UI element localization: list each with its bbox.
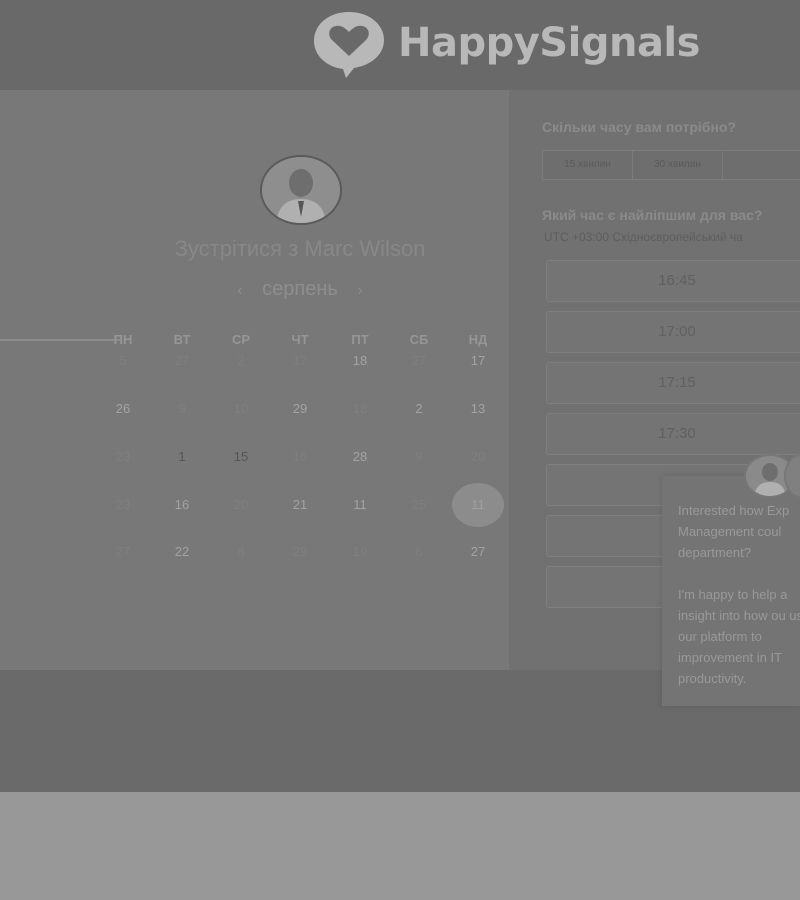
calendar-day[interactable]: 23 bbox=[103, 449, 143, 464]
timezone-label[interactable]: UTC +03:00 Східноєвропейський ча bbox=[544, 230, 743, 244]
time-slot[interactable]: 17:15 bbox=[546, 362, 800, 404]
calendar-day[interactable]: 17 bbox=[458, 353, 498, 368]
weekday-label: ЧТ bbox=[291, 332, 309, 347]
time-slot[interactable]: 16:45 bbox=[546, 260, 800, 302]
selected-day[interactable]: 11 bbox=[452, 483, 504, 527]
calendar-day[interactable]: 9 bbox=[399, 449, 439, 464]
calendar-day[interactable]: 18 bbox=[340, 401, 380, 416]
calendar-day[interactable]: 1 bbox=[162, 449, 202, 464]
calendar-day[interactable]: 15 bbox=[221, 449, 261, 464]
weekday-label: ПН bbox=[113, 332, 133, 347]
weekday-label: НД bbox=[468, 332, 488, 347]
calendar-day[interactable]: 28 bbox=[340, 449, 380, 464]
calendar-day[interactable]: 6 bbox=[399, 544, 439, 559]
duration-option-30[interactable]: 30 хвилин bbox=[633, 151, 723, 179]
weekday-label: СБ bbox=[409, 332, 429, 347]
duration-option-3[interactable] bbox=[723, 151, 800, 179]
calendar-day[interactable]: 29 bbox=[280, 544, 320, 559]
time-question: Який час є найліпшим для вас? bbox=[542, 207, 763, 223]
host-avatar bbox=[260, 155, 342, 225]
chat-paragraph: Interested how Exp Management coul depar… bbox=[678, 503, 790, 560]
calendar-day[interactable]: 9 bbox=[162, 401, 202, 416]
chat-popup[interactable]: Interested how Exp Management coul depar… bbox=[662, 476, 800, 706]
calendar-day[interactable]: 21 bbox=[280, 497, 320, 512]
duration-options: 15 хвилин 30 хвилин bbox=[542, 150, 800, 180]
calendar-day[interactable]: 2 bbox=[221, 353, 261, 368]
calendar-day[interactable]: 13 bbox=[458, 401, 498, 416]
duration-question: Скільки часу вам потрібно? bbox=[542, 119, 737, 135]
calendar-day[interactable]: 5 bbox=[103, 353, 143, 368]
calendar-day[interactable]: 27 bbox=[103, 544, 143, 559]
weekday-label: СР bbox=[231, 332, 251, 347]
header: HappySignals bbox=[0, 0, 800, 90]
calendar-day[interactable]: 8 bbox=[221, 544, 261, 559]
divider bbox=[0, 339, 120, 341]
calendar-day[interactable]: 10 bbox=[221, 401, 261, 416]
calendar-day[interactable]: 25 bbox=[399, 497, 439, 512]
calendar-day[interactable]: 19 bbox=[340, 544, 380, 559]
calendar-day[interactable]: 29 bbox=[280, 401, 320, 416]
calendar-day[interactable]: 11 bbox=[340, 497, 380, 512]
weekday-label: ПТ bbox=[351, 332, 369, 347]
heart-speech-bubble-icon bbox=[314, 12, 384, 78]
calendar-day[interactable]: 2 bbox=[399, 401, 439, 416]
calendar-day[interactable]: 22 bbox=[162, 544, 202, 559]
person-avatar-icon bbox=[262, 157, 340, 223]
calendar-day[interactable]: 16 bbox=[162, 497, 202, 512]
calendar-panel bbox=[0, 90, 509, 670]
time-slot[interactable]: 17:30 bbox=[546, 413, 800, 455]
weekday-label: ВТ bbox=[173, 332, 191, 347]
time-slot[interactable]: 17:00 bbox=[546, 311, 800, 353]
calendar-day[interactable]: 27 bbox=[458, 544, 498, 559]
brand-logo[interactable]: HappySignals bbox=[310, 8, 700, 78]
chevron-left-icon[interactable]: ‹ bbox=[237, 282, 242, 299]
brand-name: HappySignals bbox=[398, 20, 700, 66]
calendar-day[interactable]: 26 bbox=[103, 401, 143, 416]
chat-paragraph: I'm happy to help a insight into how ou … bbox=[678, 587, 800, 686]
calendar-day[interactable]: 27 bbox=[162, 353, 202, 368]
calendar-day[interactable]: 20 bbox=[458, 449, 498, 464]
calendar-day[interactable]: 20 bbox=[221, 497, 261, 512]
calendar-day[interactable]: 18 bbox=[340, 353, 380, 368]
calendar-day[interactable]: 27 bbox=[399, 353, 439, 368]
month-label: серпень bbox=[262, 278, 338, 300]
calendar-day[interactable]: 23 bbox=[103, 497, 143, 512]
calendar-day[interactable]: 17 bbox=[280, 353, 320, 368]
chat-message: Interested how Exp Management coul depar… bbox=[678, 500, 800, 710]
duration-option-15[interactable]: 15 хвилин bbox=[543, 151, 633, 179]
chevron-right-icon[interactable]: › bbox=[357, 282, 362, 299]
calendar-day[interactable]: 16 bbox=[280, 449, 320, 464]
